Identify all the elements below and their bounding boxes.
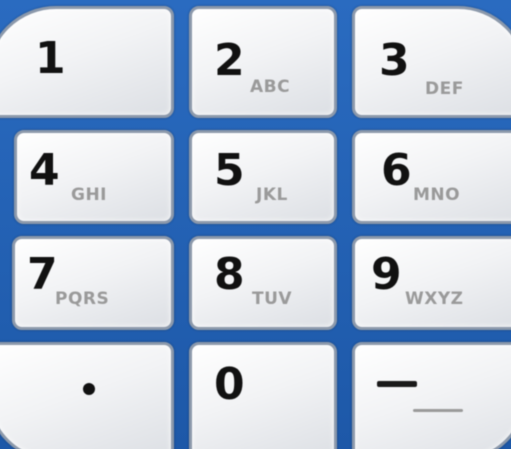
key-dot[interactable] — [0, 342, 174, 449]
key-5-jkl[interactable]: 5 JKL — [189, 130, 337, 224]
key-digit: 7 — [27, 249, 58, 300]
key-digit: 6 — [381, 145, 412, 196]
key-letters: ABC — [250, 77, 291, 97]
key-1[interactable]: 1 — [0, 6, 174, 118]
key-digit: 8 — [214, 249, 245, 300]
key-9-wxyz[interactable]: 9 WXYZ — [352, 236, 511, 330]
key-digit: 4 — [29, 145, 60, 196]
phone-keypad: 1 2 ABC 3 DEF 4 GHI 5 JKL 6 MNO 7 PQRS 8… — [0, 0, 511, 449]
key-digit: 9 — [371, 249, 402, 300]
key-0[interactable]: 0 — [189, 342, 337, 449]
key-letters: DEF — [425, 79, 464, 99]
key-digit: 1 — [35, 33, 66, 84]
key-6-mno[interactable]: 6 MNO — [352, 130, 511, 224]
underscore-icon — [413, 409, 463, 412]
key-digit: 5 — [214, 145, 245, 196]
key-4-ghi[interactable]: 4 GHI — [14, 130, 174, 224]
key-digit: 0 — [214, 359, 245, 410]
key-letters: JKL — [256, 185, 288, 205]
key-2-abc[interactable]: 2 ABC — [189, 6, 337, 118]
key-letters: GHI — [71, 185, 108, 205]
key-digit: 2 — [214, 35, 245, 86]
key-letters: WXYZ — [405, 289, 464, 309]
key-letters: MNO — [413, 185, 461, 205]
key-8-tuv[interactable]: 8 TUV — [189, 236, 337, 330]
key-letters: TUV — [252, 289, 293, 309]
key-7-pqrs[interactable]: 7 PQRS — [12, 236, 174, 330]
key-letters: PQRS — [55, 289, 110, 309]
key-space-underscore[interactable] — [352, 342, 511, 449]
dash-icon — [377, 381, 417, 387]
key-digit: 3 — [379, 35, 410, 86]
key-3-def[interactable]: 3 DEF — [352, 6, 511, 118]
dot-icon — [83, 383, 95, 395]
